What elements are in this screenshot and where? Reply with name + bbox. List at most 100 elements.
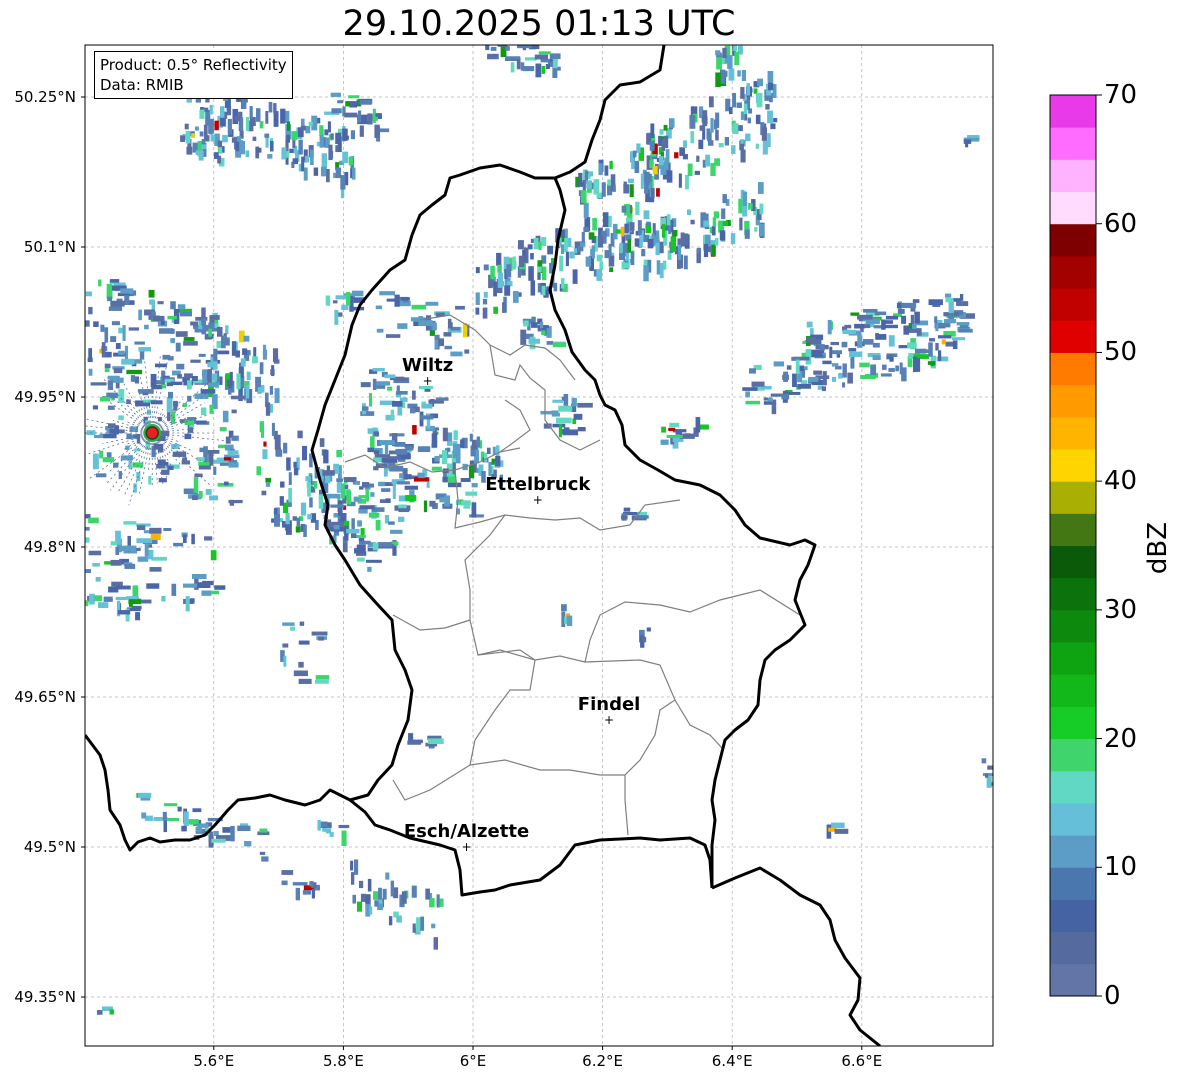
echo-pixel [771,399,777,415]
echo-pixel [373,891,379,900]
echo-pixel [596,269,602,281]
echo-pixel [831,350,843,355]
echo-pixel [136,538,153,544]
echo-pixel [629,184,634,198]
echo-pixel [205,135,210,142]
echo-pixel [128,327,139,331]
echo-pixel [358,495,368,499]
echo-pixel [141,812,147,819]
echo-pixel [384,374,396,379]
colorbar-swatch [1050,609,1096,643]
echo-pixel [712,217,717,227]
echo-pixel [675,430,683,435]
echo-pixel [842,363,847,378]
echo-pixel [493,306,499,314]
echo-pixel [286,134,291,143]
echo-pixel [190,359,201,363]
echo-pixel [443,332,452,337]
echo-pixel [227,450,239,455]
echo-pixel [602,212,609,228]
echo-pixel [495,445,500,458]
echo-pixel [901,302,917,309]
echo-pixel [719,230,726,241]
echo-pixel [367,566,372,572]
echo-pixel [535,63,542,78]
colorbar-swatch [1050,931,1096,965]
echo-pixel [385,456,401,460]
echo-pixel [87,357,93,363]
echo-pixel [768,82,774,91]
echo-pixel [137,556,149,562]
colorbar-swatch [1050,384,1096,418]
echo-pixel [88,517,99,524]
echo-pixel [538,241,542,251]
echo-pixel [875,333,887,340]
echo-pixel [307,481,311,497]
echo-pixel [235,141,240,152]
echo-pixel [225,325,229,335]
echo-pixel [429,500,436,507]
echo-pixel [157,301,164,305]
echo-pixel [806,321,813,328]
echo-pixel [374,900,379,907]
echo-pixel [89,593,95,605]
echo-pixel [490,46,497,51]
echo-pixel [650,123,655,138]
echo-pixel [372,378,377,390]
echo-pixel [213,466,217,475]
echo-pixel [279,496,284,506]
echo-pixel [444,495,450,507]
echo-pixel [148,289,155,298]
echo-pixel [625,252,630,262]
city-marker: + [533,493,543,507]
echo-pixel [608,243,612,256]
echo-pixel [191,495,198,501]
echo-pixel [148,476,152,485]
echo-pixel [292,158,299,165]
echo-pixel [660,439,669,445]
echo-pixel [527,244,533,250]
echo-pixel [505,56,521,60]
echo-pixel [265,402,271,416]
echo-pixel [656,188,660,197]
echo-pixel [770,123,776,130]
echo-pixel [881,319,886,330]
product-label: Product: 0.5° Reflectivity [100,56,287,74]
echo-pixel [131,605,142,610]
echo-pixel [432,322,437,331]
echo-pixel [907,342,917,349]
echo-pixel [549,53,561,60]
echo-pixel [249,106,253,119]
echo-pixel [952,340,958,350]
echo-pixel [948,314,954,319]
echo-pixel [552,423,566,428]
echo-pixel [113,368,123,374]
echo-pixel [276,449,283,457]
echo-pixel [948,300,954,314]
echo-pixel [170,301,176,310]
echo-pixel [748,108,753,114]
colorbar-swatch [1050,416,1096,450]
echo-pixel [553,282,558,292]
echo-pixel [435,397,449,401]
echo-pixel [226,379,233,387]
echo-pixel [490,265,495,280]
echo-pixel [300,502,307,516]
colorbar-swatch [1050,159,1096,193]
city-marker: + [604,713,614,727]
echo-pixel [137,389,154,393]
echo-pixel [267,154,273,159]
echo-pixel [378,887,382,901]
echo-pixel [928,299,943,306]
echo-pixel [374,450,380,455]
echo-pixel [209,104,213,115]
colorbar-tick-label: 20 [1104,723,1138,754]
echo-pixel [282,622,295,626]
colorbar-swatch [1050,642,1096,675]
echo-pixel [740,87,745,99]
echo-pixel [965,141,969,148]
echo-pixel [264,133,270,138]
echo-pixel [197,823,209,828]
echo-pixel [185,596,190,612]
echo-pixel [718,143,724,148]
